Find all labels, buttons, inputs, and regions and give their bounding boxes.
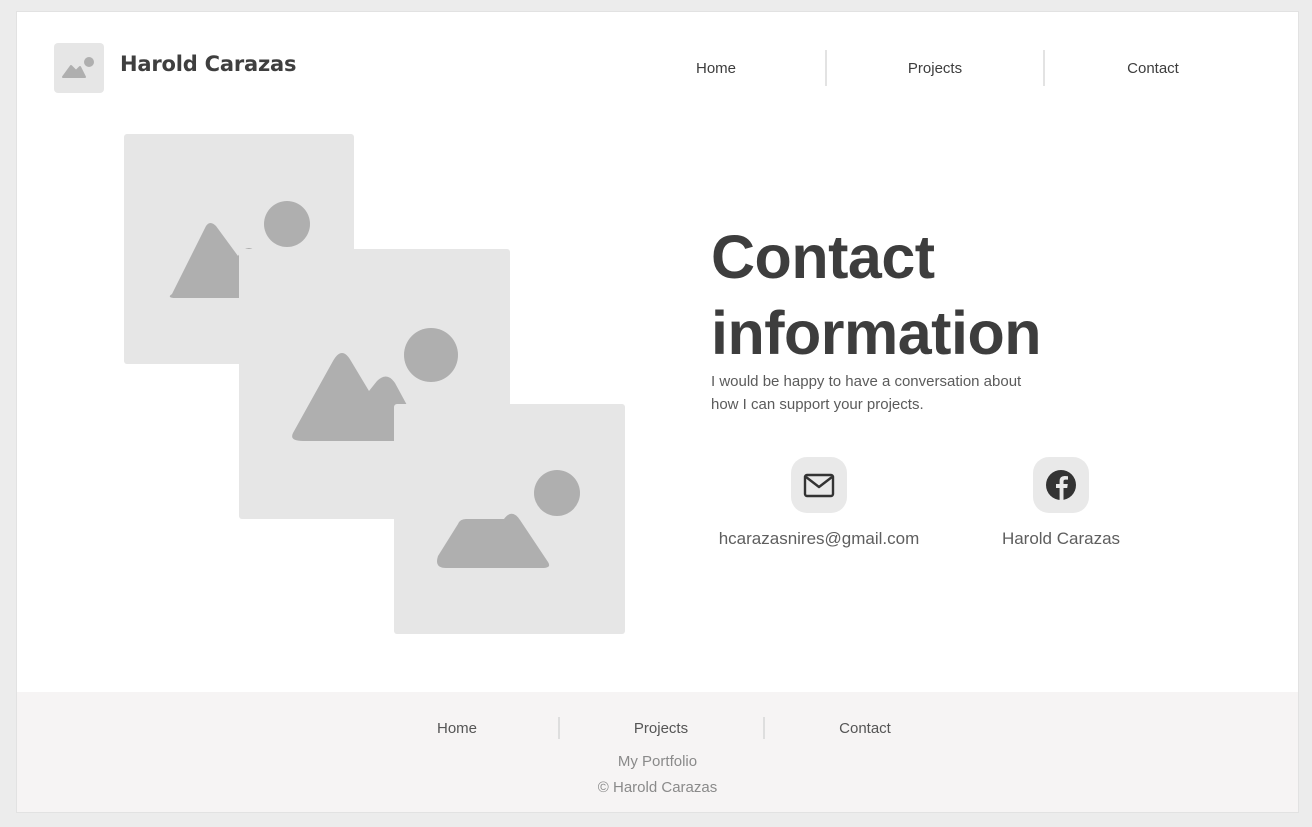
intro-line-2: how I can support your projects. [711, 396, 924, 413]
footer-site-name: My Portfolio [617, 753, 698, 770]
email-address[interactable]: hcarazasnires@gmail.com [699, 529, 939, 549]
intro-text: I would be happy to have a conversation … [711, 370, 1041, 416]
image-placeholder-icon [62, 57, 94, 78]
gallery-image-3 [394, 404, 625, 634]
footer-nav-contact[interactable]: Contact [805, 718, 925, 740]
brand-name[interactable]: Harold Carazas [120, 52, 296, 76]
nav-home[interactable]: Home [647, 50, 785, 86]
footer-nav-divider [763, 717, 765, 739]
footer-nav-home[interactable]: Home [397, 718, 517, 740]
page-title-line-2: information [711, 299, 1041, 367]
nav-projects[interactable]: Projects [866, 50, 1004, 86]
page-title-line-1: Contact [711, 223, 935, 291]
mail-icon [803, 473, 835, 498]
facebook-name[interactable]: Harold Carazas [981, 529, 1141, 549]
nav-divider [1043, 50, 1045, 86]
facebook-button[interactable] [1033, 457, 1089, 513]
nav-contact[interactable]: Contact [1085, 50, 1221, 86]
footer-nav-divider [558, 717, 560, 739]
footer-copyright: © Harold Carazas [597, 779, 718, 796]
logo[interactable] [54, 43, 104, 93]
email-button[interactable] [791, 457, 847, 513]
footer: Home Projects Contact My Portfolio © Har… [17, 692, 1298, 812]
page-title: Contact information [711, 219, 1151, 371]
facebook-icon [1046, 470, 1076, 500]
nav-divider [825, 50, 827, 86]
intro-line-1: I would be happy to have a conversation … [711, 373, 1022, 390]
image-placeholder-icon [437, 470, 580, 568]
footer-nav-projects[interactable]: Projects [601, 718, 721, 740]
page: Harold Carazas Home Projects Contact Con… [17, 12, 1298, 812]
